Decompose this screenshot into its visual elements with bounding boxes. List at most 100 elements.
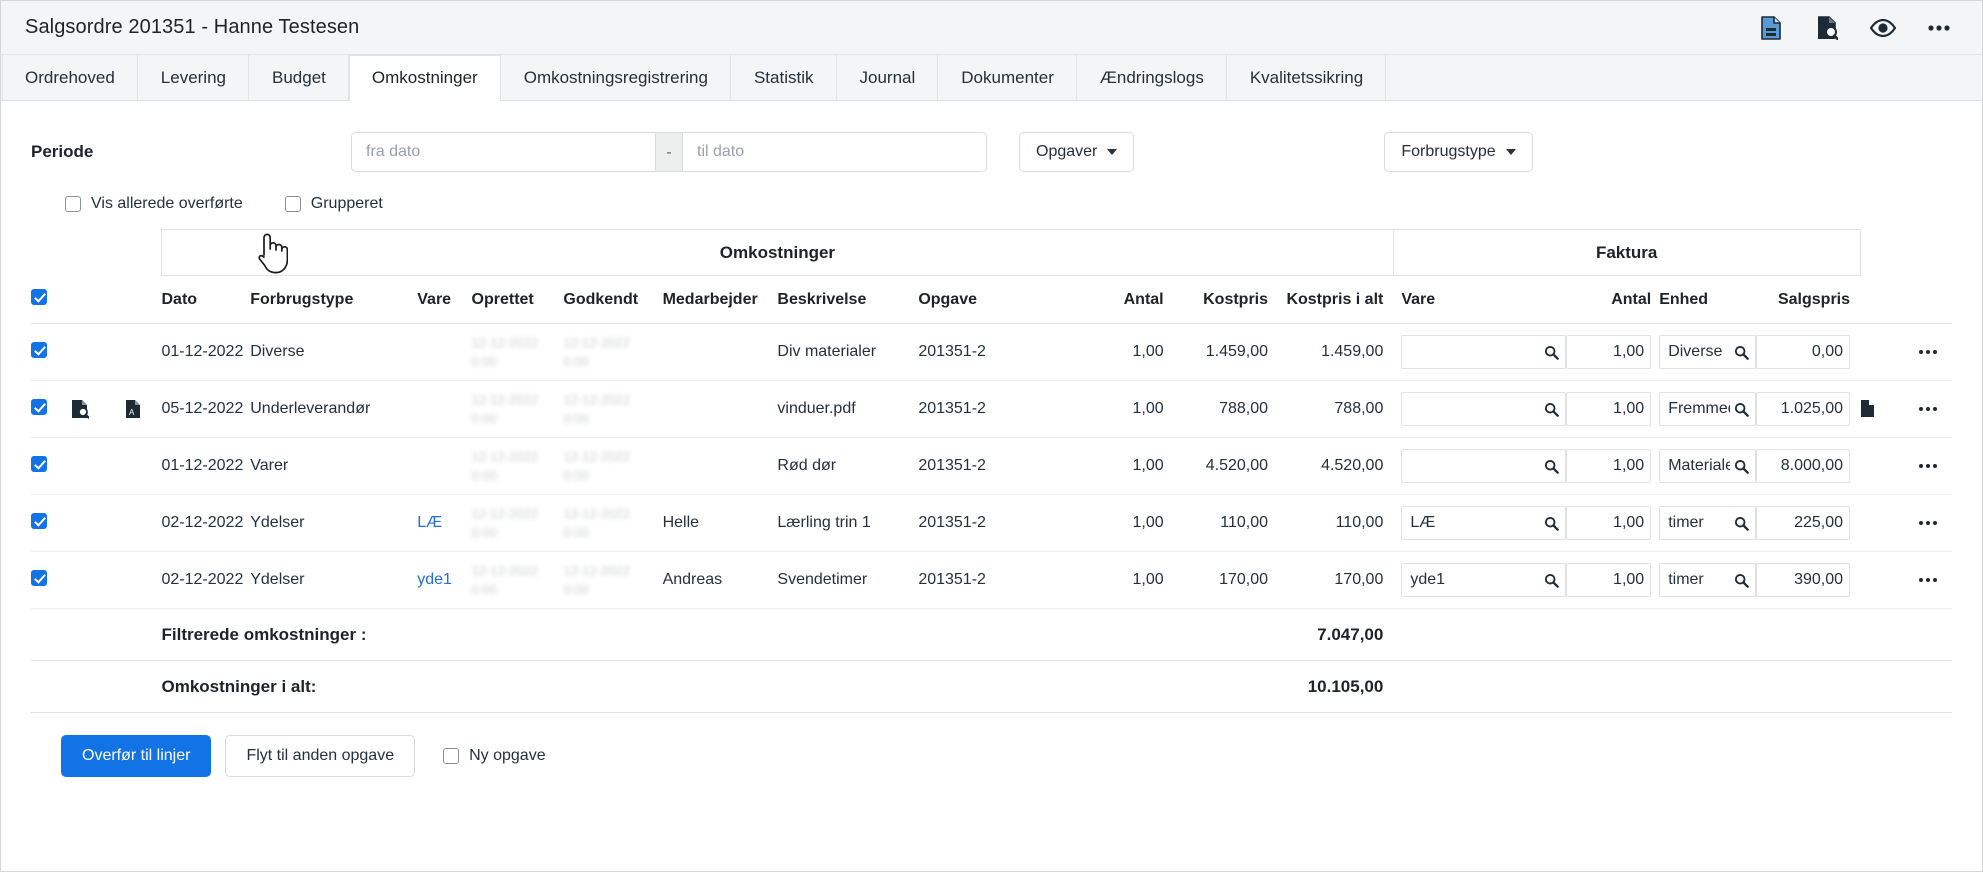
faktura-enhed-input[interactable]	[1668, 571, 1730, 589]
faktura-vare-field[interactable]	[1401, 506, 1566, 540]
faktura-antal-input[interactable]	[1574, 457, 1645, 475]
faktura-vare-input[interactable]	[1410, 571, 1540, 589]
document-save-icon[interactable]	[1758, 15, 1784, 41]
tab-omkostningsregistrering[interactable]: Omkostningsregistrering	[500, 55, 731, 100]
row-checkbox[interactable]	[31, 455, 47, 472]
faktura-vare-field[interactable]	[1401, 335, 1566, 369]
search-icon[interactable]	[1734, 459, 1749, 474]
row-pdf-icon-cell[interactable]: A	[124, 380, 162, 438]
faktura-vare-field[interactable]	[1401, 449, 1566, 483]
faktura-salgspris-field[interactable]	[1755, 563, 1851, 597]
row-more-options-icon[interactable]	[1904, 552, 1952, 608]
faktura-salgspris-field[interactable]	[1755, 392, 1851, 426]
faktura-salgspris-input[interactable]	[1764, 400, 1844, 418]
faktura-enhed-field[interactable]	[1659, 563, 1756, 597]
row-more-options-icon[interactable]	[1904, 324, 1952, 380]
search-icon[interactable]	[1734, 402, 1749, 417]
tab-levering[interactable]: Levering	[137, 55, 249, 100]
search-icon[interactable]	[1544, 345, 1559, 360]
table-row[interactable]: 01-12-2022 Diverse 12-12-2022 0:00 12-12-…	[31, 323, 1952, 381]
tab-journal[interactable]: Journal	[836, 55, 939, 100]
column-header-kostpris-i-alt[interactable]: Kostpris i alt	[1268, 275, 1394, 324]
column-header-faktura-antal[interactable]: Antal	[1565, 275, 1652, 324]
tab-dokumenter[interactable]: Dokumenter	[938, 55, 1077, 100]
faktura-antal-input[interactable]	[1574, 400, 1645, 418]
faktura-salgspris-field[interactable]	[1755, 506, 1851, 540]
search-icon[interactable]	[1734, 573, 1749, 588]
faktura-enhed-field[interactable]	[1659, 392, 1756, 426]
pdf-file-icon[interactable]: A	[125, 399, 143, 419]
faktura-salgspris-input[interactable]	[1764, 457, 1844, 475]
row-checkbox[interactable]	[31, 398, 47, 415]
column-header-faktura-enhed[interactable]: Enhed	[1651, 275, 1756, 324]
move-to-other-task-button[interactable]: Flyt til anden opgave	[225, 735, 416, 777]
row-checkbox[interactable]	[31, 569, 47, 586]
table-row[interactable]: 01-12-2022 Varer 12-12-2022 0:00 12-12-20…	[31, 437, 1952, 495]
faktura-vare-input[interactable]	[1410, 457, 1540, 475]
forbrugstype-dropdown-button[interactable]: Forbrugstype	[1384, 132, 1533, 172]
faktura-antal-input[interactable]	[1574, 571, 1645, 589]
tab-ordrehoved[interactable]: Ordrehoved	[2, 55, 138, 100]
row-select-cell[interactable]	[31, 437, 71, 495]
table-row[interactable]: 02-12-2022 Ydelser yde1 12-12-2022 0:00 1…	[31, 551, 1952, 609]
faktura-salgspris-input[interactable]	[1764, 514, 1844, 532]
faktura-salgspris-field[interactable]	[1755, 335, 1851, 369]
search-icon[interactable]	[1544, 573, 1559, 588]
tab-kvalitetssikring[interactable]: Kvalitetssikring	[1226, 55, 1387, 100]
column-header-medarbejder[interactable]: Medarbejder	[662, 275, 778, 324]
column-header-opgave[interactable]: Opgave	[918, 275, 1060, 324]
search-icon[interactable]	[1544, 402, 1559, 417]
column-header-faktura-vare[interactable]: Vare	[1393, 275, 1566, 324]
cell-row-actions[interactable]	[1903, 551, 1952, 609]
faktura-salgspris-field[interactable]	[1755, 449, 1851, 483]
grouped-checkbox[interactable]: Grupperet	[284, 195, 383, 213]
search-icon[interactable]	[1734, 516, 1749, 531]
row-more-options-icon[interactable]	[1904, 438, 1952, 494]
opgaver-dropdown-button[interactable]: Opgaver	[1019, 132, 1135, 172]
faktura-enhed-field[interactable]	[1659, 449, 1756, 483]
faktura-antal-input[interactable]	[1574, 343, 1645, 361]
row-checkbox[interactable]	[31, 341, 47, 358]
faktura-vare-field[interactable]	[1401, 563, 1566, 597]
file-attachment-icon[interactable]	[1860, 399, 1878, 419]
row-select-cell[interactable]	[31, 551, 71, 609]
transfer-to-lines-button[interactable]: Overfør til linjer	[61, 735, 212, 777]
select-all-header[interactable]	[31, 275, 71, 324]
column-header-vare[interactable]: Vare	[417, 275, 472, 324]
table-row[interactable]: 02-12-2022 Ydelser LÆ 12-12-2022 0:00 12-…	[31, 494, 1952, 552]
faktura-vare-field[interactable]	[1401, 392, 1566, 426]
eye-icon[interactable]	[1870, 15, 1896, 41]
faktura-salgspris-input[interactable]	[1764, 571, 1844, 589]
row-checkbox[interactable]	[31, 512, 47, 529]
row-more-options-icon[interactable]	[1904, 381, 1952, 437]
cell-row-actions[interactable]	[1903, 494, 1952, 552]
column-header-oprettet[interactable]: Oprettet	[471, 275, 564, 324]
more-options-icon[interactable]	[1926, 15, 1952, 41]
date-from-input[interactable]	[351, 132, 656, 172]
column-header-dato[interactable]: Dato	[161, 275, 251, 324]
faktura-antal-field[interactable]	[1565, 506, 1652, 540]
column-header-forbrugstype[interactable]: Forbrugstype	[250, 275, 418, 324]
cell-row-actions[interactable]	[1903, 437, 1952, 495]
faktura-antal-input[interactable]	[1574, 514, 1645, 532]
column-header-kostpris[interactable]: Kostpris	[1163, 275, 1269, 324]
cell-row-actions[interactable]	[1903, 323, 1952, 381]
row-search-icon-cell[interactable]	[70, 380, 125, 438]
row-select-cell[interactable]	[31, 380, 71, 438]
cell-attachment[interactable]	[1860, 380, 1904, 438]
faktura-enhed-field[interactable]	[1659, 335, 1756, 369]
column-header-faktura-salgspris[interactable]: Salgspris	[1755, 275, 1861, 324]
date-to-input[interactable]	[682, 132, 987, 172]
tab-statistik[interactable]: Statistik	[730, 55, 837, 100]
cell-row-actions[interactable]	[1903, 380, 1952, 438]
row-more-options-icon[interactable]	[1904, 495, 1952, 551]
faktura-enhed-input[interactable]	[1668, 514, 1730, 532]
column-header-godkendt[interactable]: Godkendt	[563, 275, 663, 324]
tab-budget[interactable]: Budget	[249, 55, 349, 100]
search-icon[interactable]	[1544, 459, 1559, 474]
search-icon[interactable]	[1734, 345, 1749, 360]
faktura-antal-field[interactable]	[1565, 392, 1652, 426]
row-select-cell[interactable]	[31, 494, 71, 552]
faktura-salgspris-input[interactable]	[1764, 343, 1844, 361]
faktura-vare-input[interactable]	[1410, 343, 1540, 361]
